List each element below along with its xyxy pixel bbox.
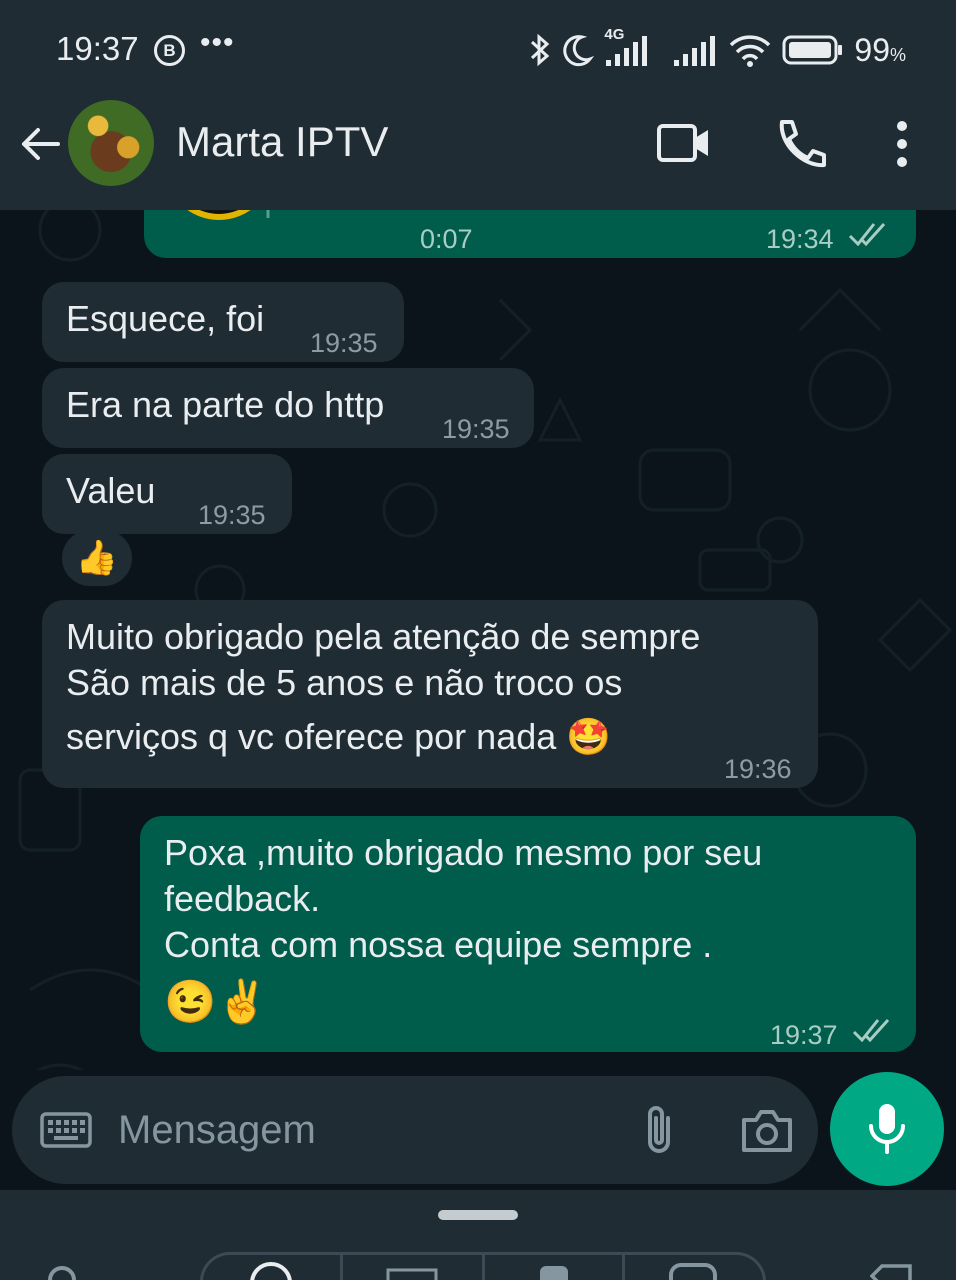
message-text: Muito obrigado pela atenção de sempre Sã…: [66, 614, 700, 760]
more-notifications-icon: •••: [200, 26, 235, 59]
signal-4g: 4G: [604, 26, 662, 68]
reaction-badge[interactable]: 👍: [62, 530, 132, 586]
message-time: 19:35: [442, 414, 510, 444]
tab-divider: [482, 1252, 485, 1280]
message-time: 19:37: [770, 1020, 838, 1050]
message-bubble-incoming[interactable]: Muito obrigado pela atenção de sempre Sã…: [42, 600, 818, 788]
battery-icon: [782, 35, 843, 65]
status-icons: 4G 99%: [528, 26, 906, 70]
message-line: Muito obrigado pela atenção de sempre: [66, 616, 701, 657]
mic-icon: [869, 1104, 905, 1154]
back-arrow-icon[interactable]: [16, 120, 64, 168]
voice-record-button[interactable]: [830, 1072, 944, 1186]
voice-message-bubble[interactable]: 0:07 19:34: [144, 210, 916, 258]
message-composer: [12, 1076, 818, 1184]
message-time: 19:35: [198, 500, 266, 530]
wifi-icon: [730, 35, 771, 67]
message-time: 19:34: [766, 224, 834, 254]
message-emoji: 😉✌️: [164, 978, 269, 1025]
gesture-handle[interactable]: [438, 1210, 518, 1220]
keyboard-icon[interactable]: [40, 1112, 92, 1148]
message-line: serviços q vc oferece por nada 🤩: [66, 716, 612, 757]
emoji-icon[interactable]: [248, 1260, 294, 1280]
message-text: Valeu: [66, 470, 156, 511]
signal-icon: [674, 36, 716, 66]
avatar-sticker-icon[interactable]: [668, 1262, 718, 1280]
mic-small-icon: [266, 210, 270, 218]
message-time: 19:36: [724, 754, 792, 784]
backspace-icon[interactable]: [870, 1262, 914, 1280]
read-ticks-icon: [848, 222, 886, 246]
battery-value: 99: [854, 31, 890, 68]
b-icon: B: [154, 35, 185, 66]
message-text: Era na parte do http: [66, 384, 385, 425]
voice-duration: 0:07: [420, 224, 473, 254]
message-line: Conta com nossa equipe sempre .: [164, 924, 713, 965]
message-time: 19:35: [310, 328, 378, 358]
message-bubble-incoming[interactable]: Era na parte do http 19:35: [42, 368, 534, 448]
tab-divider: [622, 1252, 625, 1280]
message-line: feedback.: [164, 878, 321, 919]
message-text: Poxa ,muito obrigado mesmo por seu feedb…: [164, 830, 762, 1032]
status-time: 19:37: [56, 30, 139, 67]
read-ticks-icon: [852, 1018, 890, 1042]
message-bubble-incoming[interactable]: Valeu 19:35: [42, 454, 292, 534]
signal-icon: [606, 36, 648, 66]
message-line: Poxa ,muito obrigado mesmo por seu: [164, 832, 763, 873]
more-vert-icon[interactable]: [874, 118, 930, 170]
attach-icon[interactable]: [640, 1102, 678, 1160]
moon-icon: [563, 35, 595, 67]
status-bar: 19:37 B ••• 4G 99%: [0, 0, 956, 96]
avatar[interactable]: [68, 100, 154, 186]
camera-icon[interactable]: [740, 1108, 794, 1154]
battery-unit: %: [889, 44, 906, 65]
message-text: Esquece, foi: [66, 298, 265, 339]
video-call-icon[interactable]: [656, 118, 712, 170]
message-bubble-outgoing[interactable]: Poxa ,muito obrigado mesmo por seu feedb…: [140, 816, 916, 1052]
bottom-bar: [0, 1190, 956, 1280]
gif-icon[interactable]: [386, 1266, 438, 1280]
chat-area[interactable]: 0:07 19:34 Esquece, foi 19:35 Era na par…: [0, 210, 956, 1070]
message-input[interactable]: [118, 1104, 598, 1156]
tab-divider: [340, 1252, 343, 1280]
contact-name[interactable]: Marta IPTV: [176, 118, 388, 166]
battery-percent: 99%: [854, 32, 906, 69]
message-bubble-incoming[interactable]: Esquece, foi 19:35: [42, 282, 404, 362]
search-icon[interactable]: [44, 1262, 84, 1280]
bluetooth-icon: [531, 33, 550, 67]
sticker-icon[interactable]: [536, 1262, 572, 1280]
message-line: São mais de 5 anos e não troco os: [66, 662, 623, 703]
phone-icon[interactable]: [772, 118, 828, 170]
chat-header: Marta IPTV: [0, 96, 956, 210]
